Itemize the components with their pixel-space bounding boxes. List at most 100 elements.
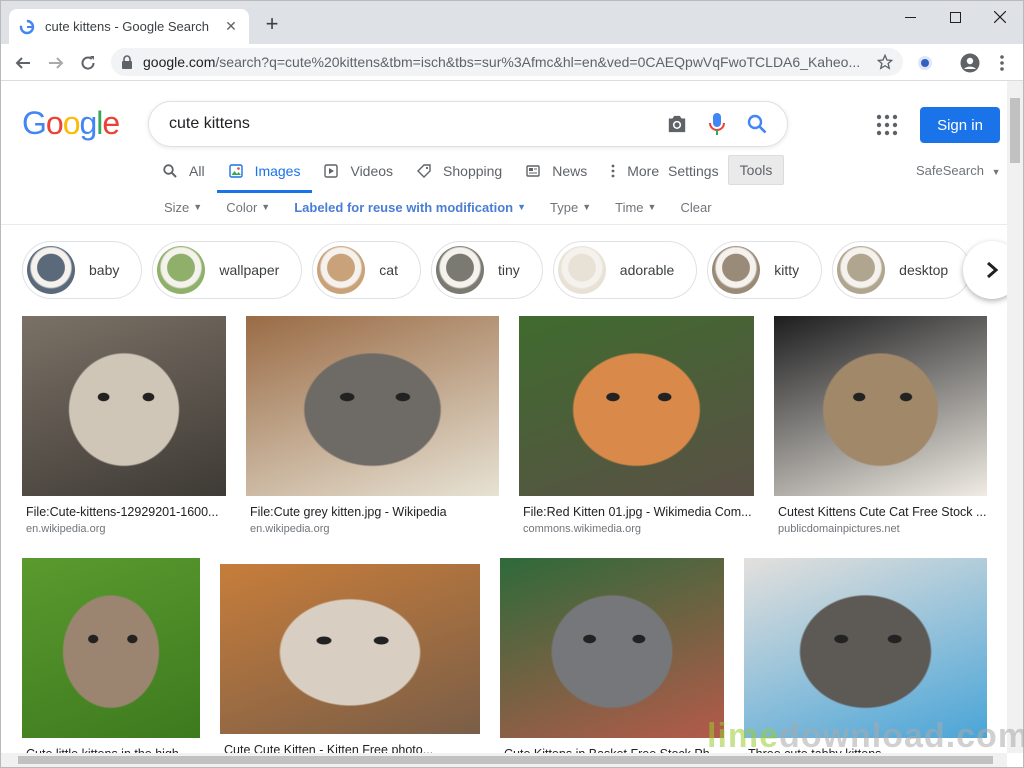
filter-label: Labeled for reuse with modification [294,199,514,215]
chip-adorable[interactable]: adorable [552,241,698,299]
logo-letter: o [45,105,64,141]
chip-desktop[interactable]: desktop [832,241,972,299]
image-result[interactable]: File:Cute-kittens-12929201-1600... en.wik… [22,316,226,535]
caret-down-icon: ▼ [647,202,657,212]
filter-time[interactable]: Time ▼ [615,200,656,215]
image-result[interactable]: Cute Kittens in Basket Free Stock Photo.… [500,558,724,753]
kitten-thumbnail[interactable] [22,316,226,496]
camera-icon[interactable] [657,104,697,144]
logo-letter: e [102,105,120,141]
search-box[interactable]: cute kittens [148,101,788,147]
image-result[interactable]: Cute Cute Kitten - Kitten Free photo... [220,564,480,753]
chip-label: desktop [899,262,949,278]
tab-images[interactable]: Images [216,153,313,193]
watermark-part2: download.com [779,717,1024,755]
browser-tab[interactable]: cute kittens - Google Search ✕ [9,9,249,44]
safesearch-label: SafeSearch [916,163,984,178]
tab-title: cute kittens - Google Search [45,19,210,34]
google-logo[interactable]: Google [22,105,120,142]
search-input[interactable]: cute kittens [169,115,657,133]
caret-down-icon: ▼ [991,167,1001,177]
filter-clear[interactable]: Clear [680,200,711,215]
image-result[interactable]: File:Red Kitten 01.jpg - Wikimedia Com..… [519,316,754,535]
news-icon [526,164,546,178]
chip-label: cat [379,262,398,278]
browser-menu-button[interactable] [988,49,1016,77]
chevron-right-icon [987,261,999,279]
kitten-thumbnail[interactable] [744,558,987,738]
new-tab-button[interactable]: + [261,13,283,35]
kitten-thumbnail[interactable] [519,316,754,496]
image-result[interactable]: Cute little kittens in the high grass... [22,558,200,753]
video-icon [324,164,344,178]
profile-button[interactable] [956,49,984,77]
chip-tiny[interactable]: tiny [430,241,543,299]
tab-news[interactable]: News [514,153,599,189]
chip-wallpaper[interactable]: wallpaper [152,241,303,299]
back-button[interactable] [9,49,37,77]
image-result[interactable]: Cutest Kittens Cute Cat Free Stock ... pu… [774,316,987,535]
sign-in-button[interactable]: Sign in [920,107,1000,143]
filter-type[interactable]: Type ▼ [550,200,591,215]
kitten-thumbnail[interactable] [246,316,499,496]
arrow-left-icon [15,57,30,69]
chip-thumbnail [27,246,75,294]
microphone-icon[interactable] [697,104,737,144]
extension-button[interactable] [911,49,939,77]
kitten-thumbnail[interactable] [22,558,200,738]
result-source: en.wikipedia.org [250,523,330,535]
image-result[interactable]: File:Cute grey kitten.jpg - Wikipedia en.… [246,316,499,535]
url-host: google.com [143,54,216,70]
bookmark-star-icon[interactable] [877,54,893,70]
result-caption[interactable]: File:Red Kitten 01.jpg - Wikimedia Com..… [519,505,754,519]
filter-size[interactable]: Size ▼ [164,200,202,215]
filter-label: Type [550,199,579,215]
tab-strip: cute kittens - Google Search ✕ + [1,1,1023,44]
scroll-thumb[interactable] [1010,98,1020,163]
result-caption[interactable]: File:Cute-kittens-12929201-1600... [22,505,226,519]
logo-letter: g [79,105,97,141]
result-caption[interactable]: File:Cute grey kitten.jpg - Wikipedia [246,505,499,519]
chip-baby[interactable]: baby [22,241,143,299]
chip-label: kitty [774,262,800,278]
scroll-thumb-horizontal[interactable] [18,756,993,764]
chip-cat[interactable]: cat [312,241,421,299]
result-source: publicdomainpictures.net [778,523,900,535]
forward-button[interactable] [42,49,70,77]
kitten-thumbnail[interactable] [500,558,724,738]
address-bar[interactable]: google.com/search?q=cute%20kittens&tbm=i… [111,48,903,76]
chip-kitty[interactable]: kitty [707,241,823,299]
settings-link[interactable]: Settings [660,153,727,189]
filter-color[interactable]: Color ▼ [226,200,270,215]
filter-label: Color [226,199,258,215]
kitten-thumbnail[interactable] [774,316,987,496]
tab-shopping[interactable]: Shopping [405,153,514,189]
chip-label: tiny [497,262,520,278]
result-caption[interactable]: Cutest Kittens Cute Cat Free Stock ... [774,505,987,519]
search-icon[interactable] [737,104,777,144]
close-window-button[interactable] [977,1,1023,33]
more-vert-icon [611,164,621,178]
tab-close-icon[interactable]: ✕ [223,18,239,35]
image-icon [228,164,249,178]
tab-label: News [552,163,588,179]
maximize-button[interactable] [932,1,978,33]
tab-all[interactable]: All [151,153,217,189]
tab-videos[interactable]: Videos [312,153,405,189]
filter-labeled[interactable]: Labeled for reuse with modification ▼ [294,200,526,215]
kitten-thumbnail[interactable] [220,564,480,734]
tab-label: Shopping [443,163,503,179]
browser-window: cute kittens - Google Search ✕ + google.… [0,0,1024,768]
safesearch-dropdown[interactable]: SafeSearch ▼ [916,163,1000,178]
apps-grid-icon[interactable] [875,113,899,137]
divider [1,224,1007,225]
arrow-right-icon [49,57,64,69]
search-tabs: All Images Videos Shopping News More [151,153,671,193]
minimize-button[interactable] [887,1,933,33]
reload-icon [81,56,95,70]
url-text[interactable]: google.com/search?q=cute%20kittens&tbm=i… [143,54,877,70]
tools-button[interactable]: Tools [728,155,784,185]
result-caption[interactable]: Cute Cute Kitten - Kitten Free photo... [220,743,480,753]
reload-button[interactable] [74,49,102,77]
vertical-scrollbar[interactable] [1007,81,1023,753]
